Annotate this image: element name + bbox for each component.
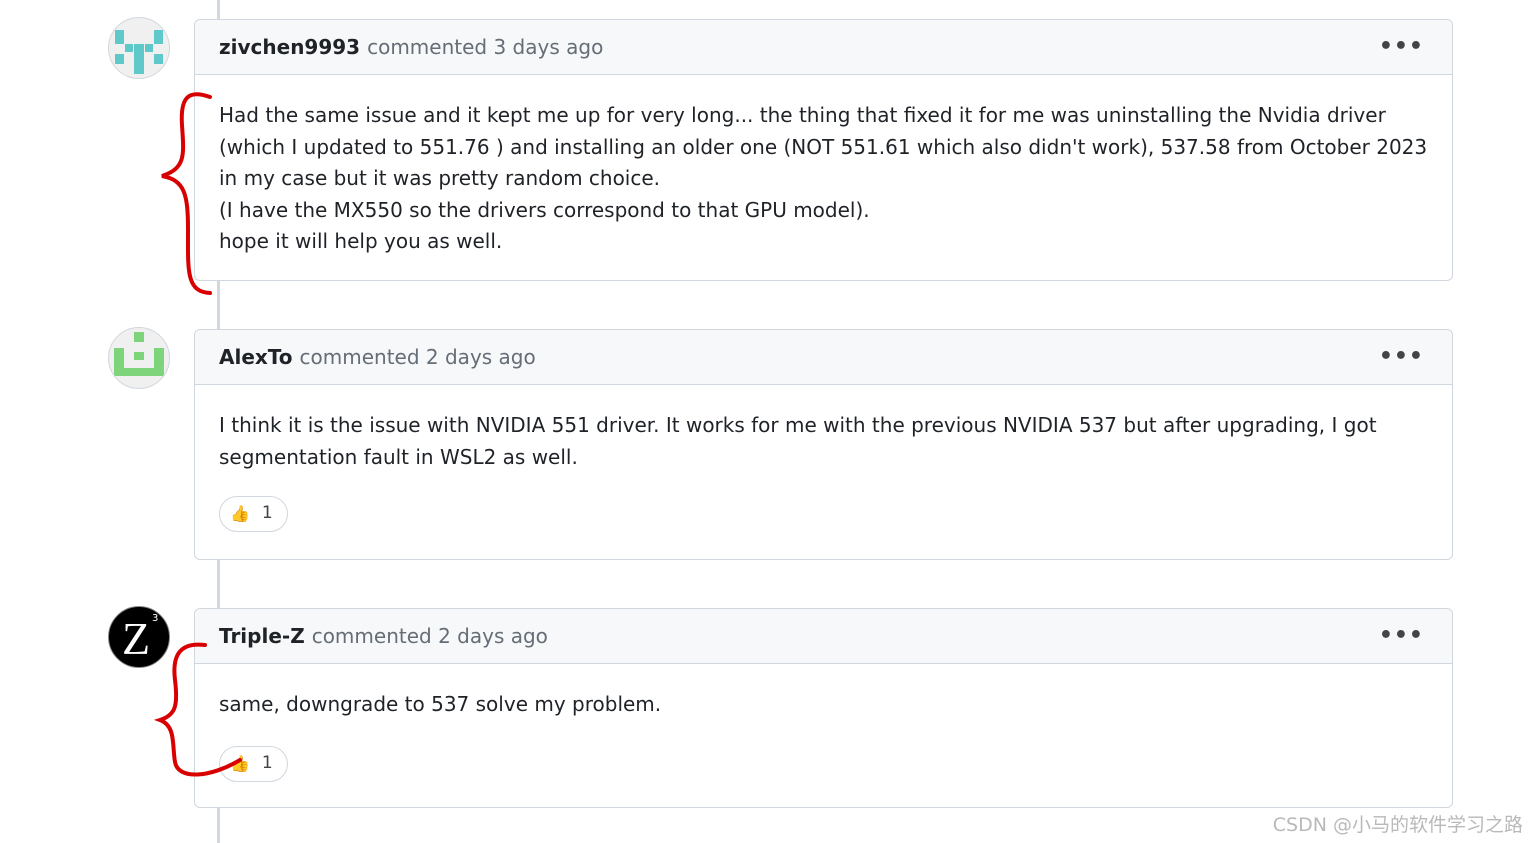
more-options-icon[interactable]: ••• [1379,623,1424,648]
avatar-alexto[interactable] [108,327,170,389]
identicon [115,30,163,74]
author-link[interactable]: AlexTo [219,345,293,369]
comment-paragraph: Had the same issue and it kept me up for… [219,103,1428,190]
comment-header: AlexTo commented 2 days ago ••• [195,330,1452,385]
comment-header: Triple-Z commented 2 days ago ••• [195,609,1452,664]
watermark-text: CSDN @小马的软件学习之路 [1272,814,1523,836]
comment-card: Triple-Z commented 2 days ago ••• same, … [194,608,1453,808]
comment-timestamp[interactable]: commented 3 days ago [367,35,603,59]
comment-card: AlexTo commented 2 days ago ••• I think … [194,329,1453,560]
comment-timestamp[interactable]: commented 2 days ago [300,345,536,369]
comment-paragraph: same, downgrade to 537 solve my problem. [219,692,662,716]
reaction-count: 1 [261,752,273,773]
author-link[interactable]: Triple-Z [219,624,305,648]
avatar-zivchen9993[interactable] [108,17,170,79]
comment-header: zivchen9993 commented 3 days ago ••• [195,20,1452,75]
comment-paragraph: (I have the MX550 so the drivers corresp… [219,197,870,222]
thumbs-up-reaction-button[interactable]: 👍 1 [219,496,288,532]
avatar-letter: Z [122,613,151,664]
more-options-icon[interactable]: ••• [1379,344,1424,369]
comment-body: I think it is the issue with NVIDIA 551 … [195,385,1452,556]
thumbs-up-icon: 👍 [230,504,250,524]
reaction-count: 1 [261,503,273,524]
identicon [114,332,164,376]
comment-body: Had the same issue and it kept me up for… [195,75,1452,282]
comment-body: same, downgrade to 537 solve my problem.… [195,664,1452,806]
comment-paragraph: hope it will help you as well. [219,229,503,253]
comment-paragraph: I think it is the issue with NVIDIA 551 … [219,413,1377,469]
comment-card: zivchen9993 commented 3 days ago ••• Had… [194,19,1453,281]
avatar-superscript: 3 [152,613,159,624]
avatar-triple-z[interactable]: Z 3 [108,606,170,668]
author-link[interactable]: zivchen9993 [219,35,360,59]
thumbs-up-reaction-button[interactable]: 👍 1 [219,745,288,782]
thumbs-up-icon: 👍 [230,753,250,773]
more-options-icon[interactable]: ••• [1379,34,1424,59]
comment-timestamp[interactable]: commented 2 days ago [312,624,548,648]
